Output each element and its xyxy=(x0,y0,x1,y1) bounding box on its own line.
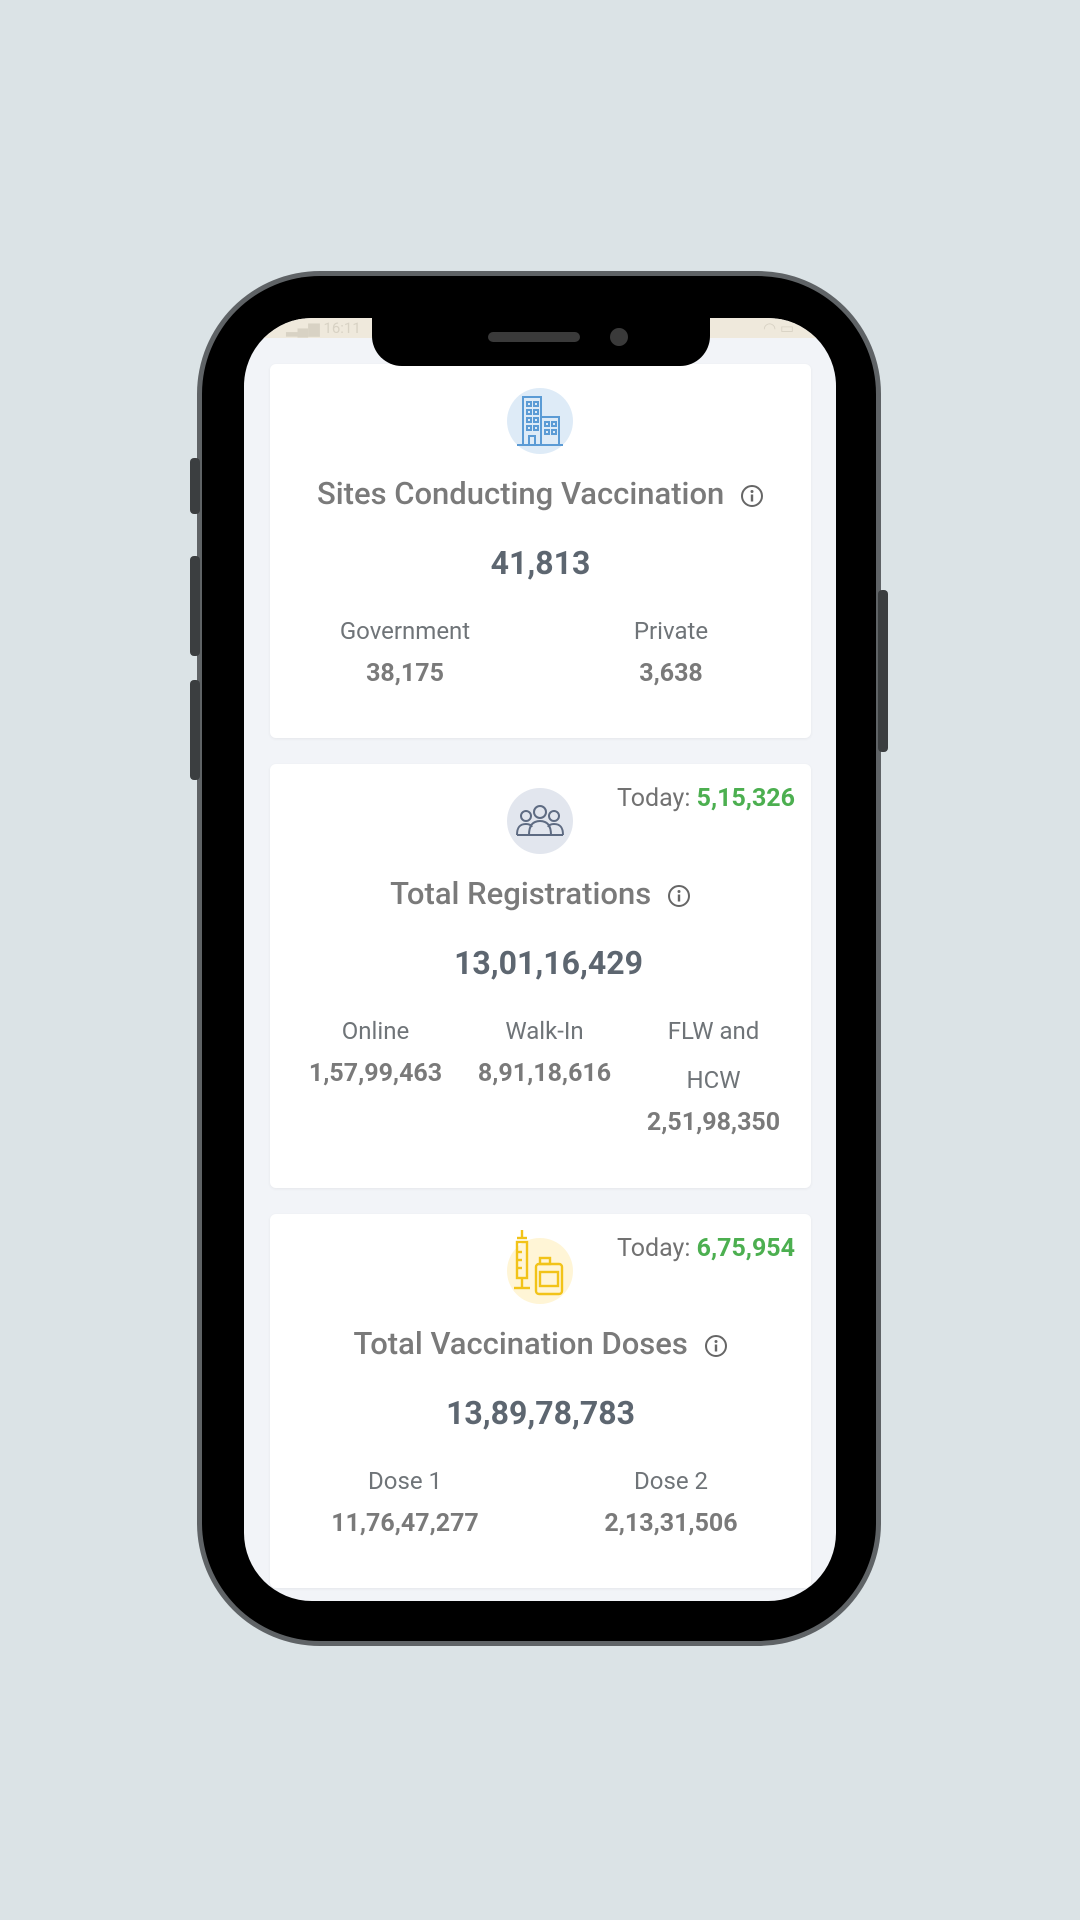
front-camera xyxy=(610,328,628,346)
volume-up-button xyxy=(190,556,200,656)
sites-total: 41,813 xyxy=(490,544,591,582)
doses-dose2-stat: Dose 2 2,13,31,506 xyxy=(604,1467,738,1538)
wifi-icon: ◠ xyxy=(762,319,777,337)
info-icon[interactable] xyxy=(667,884,691,908)
phone-frame: ▂▄▆ 16:11 ◠ ▭ Sites Conducting Vaccinati… xyxy=(190,276,888,1641)
speaker xyxy=(488,332,580,342)
notch xyxy=(372,318,710,366)
doses-total: 13,89,78,783 xyxy=(446,1394,635,1432)
mute-switch xyxy=(190,458,200,514)
building-icon xyxy=(507,388,573,454)
registrations-online-stat: Online 1,57,99,463 xyxy=(308,1017,443,1088)
signal-icon: ▂▄▆ xyxy=(286,319,320,337)
registrations-total: 13,01,16,429 xyxy=(454,944,643,982)
syringe-vial-icon xyxy=(507,1230,573,1304)
registrations-card: Today: 5,15,326 Total Registrations 13,0… xyxy=(270,764,811,1188)
info-icon[interactable] xyxy=(704,1334,728,1358)
people-group-icon xyxy=(507,788,573,854)
doses-today: Today: 6,75,954 xyxy=(617,1234,795,1263)
sites-card: Sites Conducting Vaccination 41,813 Gove… xyxy=(270,364,811,738)
registrations-flw-hcw-stat: FLW and HCW 2,51,98,350 xyxy=(646,1017,781,1137)
doses-dose1-stat: Dose 1 11,76,47,277 xyxy=(331,1467,479,1538)
registrations-title: Total Registrations xyxy=(270,875,811,912)
volume-down-button xyxy=(190,680,200,780)
sites-government-stat: Government 38,175 xyxy=(339,617,471,688)
screen: ▂▄▆ 16:11 ◠ ▭ Sites Conducting Vaccinati… xyxy=(244,318,836,1601)
doses-card: Today: 6,75,954 Total Vaccination Doses … xyxy=(270,1214,811,1588)
battery-icon: ▭ xyxy=(779,319,794,337)
registrations-walkin-stat: Walk-In 8,91,18,616 xyxy=(477,1017,612,1088)
sites-title: Sites Conducting Vaccination xyxy=(270,475,811,512)
info-icon[interactable] xyxy=(740,484,764,508)
sites-private-stat: Private 3,638 xyxy=(633,617,709,688)
registrations-today: Today: 5,15,326 xyxy=(617,784,795,813)
status-time: ▂▄▆ 16:11 xyxy=(286,319,361,337)
doses-title: Total Vaccination Doses xyxy=(270,1325,811,1362)
status-icons: ◠ ▭ xyxy=(763,319,794,337)
power-button xyxy=(878,590,888,752)
